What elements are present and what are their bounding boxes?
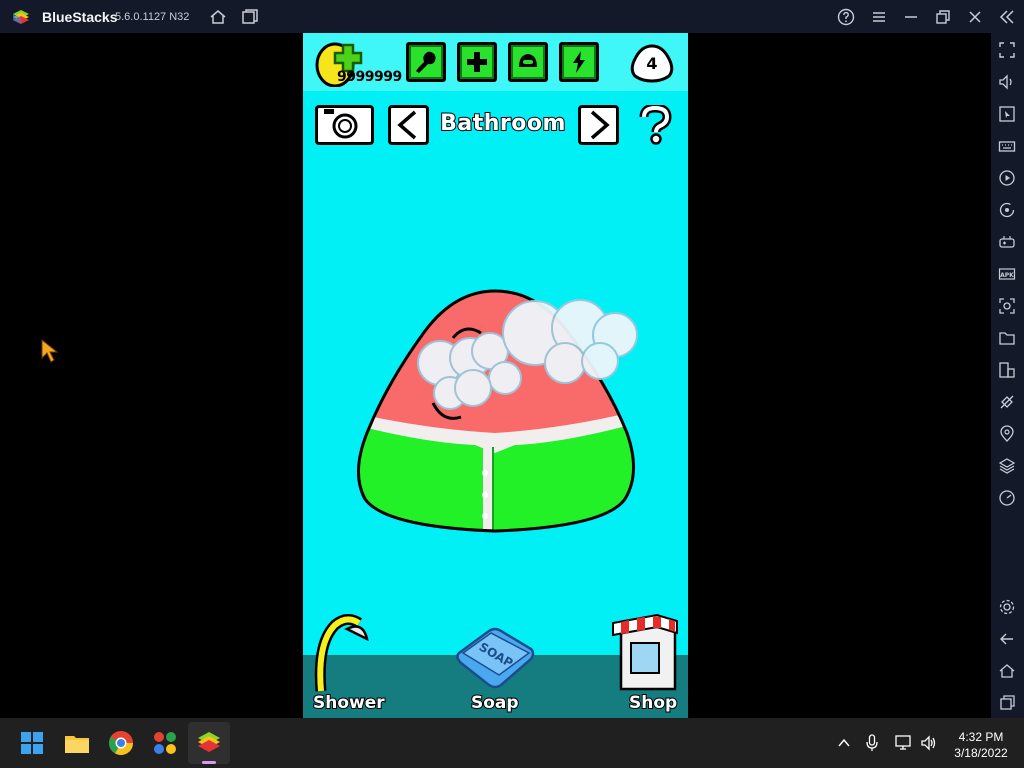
svg-text:APK: APK: [1000, 272, 1014, 279]
settings-gear-icon[interactable]: [998, 598, 1016, 616]
previous-room-button[interactable]: [388, 105, 429, 145]
camera-button[interactable]: [315, 105, 374, 145]
multi-instance-icon[interactable]: [240, 7, 260, 27]
level-number: 4: [646, 54, 658, 73]
energy-stat[interactable]: [559, 42, 599, 82]
bluestacks-taskbar-button[interactable]: [188, 722, 230, 764]
android-home-icon[interactable]: [998, 662, 1016, 680]
rotate-icon[interactable]: [998, 201, 1016, 219]
clock-time: 4:32 PM: [958, 730, 1004, 744]
mouse-cursor-icon: [40, 338, 60, 364]
game-face-icon: [519, 54, 537, 67]
multi-window-icon[interactable]: [998, 361, 1016, 379]
windows-start-icon[interactable]: [18, 729, 46, 757]
performance-icon[interactable]: [998, 489, 1016, 507]
bluestacks-taskbar-icon: [198, 732, 220, 752]
room-title: Bathroom: [439, 110, 566, 137]
restore-icon[interactable]: [933, 7, 953, 27]
speaker-icon[interactable]: [920, 734, 938, 752]
gamepad-icon[interactable]: [998, 233, 1016, 251]
collapse-sidebar-icon[interactable]: [997, 7, 1017, 27]
menu-icon[interactable]: [869, 7, 889, 27]
taskbar: [0, 718, 1024, 768]
multi-instance-manager-icon[interactable]: [151, 729, 179, 757]
file-explorer-icon[interactable]: [63, 729, 91, 757]
shower-icon[interactable]: [313, 613, 369, 693]
tools-sidebar: APK: [991, 33, 1024, 718]
pointer-lock-icon[interactable]: [998, 105, 1016, 123]
window-title-bar: BlueStacks 5.6.0.1127 N32: [0, 0, 1024, 33]
close-icon[interactable]: [965, 7, 985, 27]
eco-mode-icon[interactable]: [998, 393, 1016, 411]
game-screen[interactable]: 9999999 4 Bathroom Shower SOAP Soap Shop: [303, 33, 688, 718]
macro-record-icon[interactable]: [998, 169, 1016, 187]
soap-label: Soap: [470, 692, 520, 714]
shop-icon[interactable]: [611, 613, 679, 693]
minimize-icon[interactable]: [901, 7, 921, 27]
folder-icon[interactable]: [998, 329, 1016, 347]
network-icon[interactable]: [894, 734, 914, 752]
system-clock[interactable]: 4:32 PM 3/18/2022: [946, 729, 1016, 761]
layers-icon[interactable]: [998, 457, 1016, 475]
chevron-right-icon: [590, 110, 610, 140]
soap-icon[interactable]: SOAP: [455, 623, 535, 691]
health-cross-icon: [467, 52, 487, 72]
health-stat[interactable]: [457, 42, 497, 82]
help-icon[interactable]: [836, 7, 856, 27]
coins-count: 9999999: [337, 69, 402, 85]
screenshot-icon[interactable]: [998, 297, 1016, 315]
status-bar: 9999999 4: [303, 33, 688, 91]
app-version: 5.6.0.1127 N32: [115, 11, 190, 23]
recent-apps-icon[interactable]: [998, 694, 1016, 712]
apk-install-icon[interactable]: APK: [998, 265, 1016, 283]
microphone-icon[interactable]: [864, 734, 880, 752]
pou-character[interactable]: [355, 283, 645, 538]
bluestacks-logo-icon: [11, 8, 31, 25]
shop-label: Shop: [628, 692, 678, 714]
keyboard-icon[interactable]: [998, 137, 1016, 155]
location-icon[interactable]: [998, 425, 1016, 443]
volume-icon[interactable]: [998, 73, 1016, 91]
help-question-icon[interactable]: [636, 103, 674, 145]
chevron-left-icon: [397, 110, 417, 140]
fun-stat[interactable]: [508, 42, 548, 82]
chrome-icon[interactable]: [107, 729, 135, 757]
clock-date: 3/18/2022: [954, 746, 1008, 760]
drumstick-icon: [416, 51, 436, 73]
shower-label: Shower: [312, 692, 386, 714]
hunger-stat[interactable]: [406, 42, 446, 82]
app-name: BlueStacks: [42, 9, 118, 25]
camera-icon: [324, 109, 358, 139]
fullscreen-icon[interactable]: [998, 41, 1016, 59]
lightning-icon: [573, 51, 585, 73]
home-icon[interactable]: [208, 7, 228, 27]
next-room-button[interactable]: [578, 105, 619, 145]
chevron-up-icon[interactable]: [836, 735, 852, 751]
back-arrow-icon[interactable]: [998, 630, 1016, 648]
